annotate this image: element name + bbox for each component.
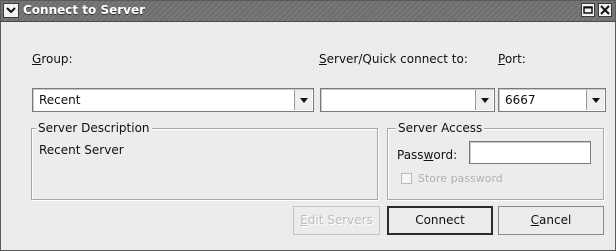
port-combo-arrow[interactable] bbox=[586, 90, 604, 110]
password-label-mnemonic: w bbox=[423, 148, 434, 162]
minimize-icon bbox=[583, 6, 593, 14]
server-label-mnemonic: S bbox=[319, 52, 327, 66]
edit-servers-text: dit Servers bbox=[307, 213, 373, 227]
server-access-frame: Server Access bbox=[387, 121, 604, 200]
close-button[interactable] bbox=[598, 3, 612, 17]
cancel-button[interactable]: Cancel bbox=[498, 206, 604, 235]
password-label-post: ord: bbox=[433, 148, 458, 162]
dropdown-arrow-icon bbox=[300, 98, 308, 103]
server-label: Server/Quick connect to: bbox=[319, 52, 468, 66]
cancel-mnemonic: C bbox=[530, 213, 540, 227]
server-description-title: Server Description bbox=[36, 121, 152, 135]
connect-button[interactable]: Connect bbox=[387, 206, 493, 235]
group-label: Group: bbox=[32, 52, 73, 66]
group-label-text: roup: bbox=[41, 52, 73, 66]
server-label-text: erver/Quick connect to: bbox=[326, 52, 468, 66]
server-combo-arrow[interactable] bbox=[475, 90, 493, 110]
port-combo[interactable]: 6667 bbox=[498, 88, 606, 112]
server-combo[interactable] bbox=[320, 88, 495, 112]
edit-servers-mnemonic: E bbox=[300, 213, 308, 227]
port-combo-value[interactable]: 6667 bbox=[505, 93, 536, 107]
server-description-frame: Server Description bbox=[31, 121, 378, 200]
connect-to-server-dialog: Connect to Server Group: Server/Quick co… bbox=[0, 0, 616, 251]
password-field[interactable] bbox=[469, 141, 591, 164]
group-combo-value: Recent bbox=[39, 93, 81, 107]
chevron-down-icon bbox=[6, 7, 16, 14]
dropdown-arrow-icon bbox=[592, 98, 600, 103]
server-access-title: Server Access bbox=[396, 121, 485, 135]
edit-servers-button[interactable]: Edit Servers bbox=[293, 206, 380, 235]
minimize-button[interactable] bbox=[581, 3, 595, 17]
group-combo[interactable]: Recent bbox=[32, 88, 314, 112]
cancel-text: ancel bbox=[539, 213, 572, 227]
group-label-mnemonic: G bbox=[32, 52, 42, 66]
group-combo-arrow[interactable] bbox=[294, 90, 312, 110]
port-label: Port: bbox=[498, 52, 526, 66]
window-menu-button[interactable] bbox=[3, 3, 19, 18]
server-description-text: Recent Server bbox=[39, 143, 124, 157]
password-label-pre: Pass bbox=[397, 148, 424, 162]
store-password-checkbox[interactable] bbox=[401, 173, 412, 184]
close-icon bbox=[600, 5, 610, 15]
password-label: Password: bbox=[397, 148, 457, 162]
store-password-label[interactable]: Store password bbox=[418, 172, 503, 185]
port-label-text: ort: bbox=[504, 52, 526, 66]
dropdown-arrow-icon bbox=[481, 98, 489, 103]
window-title: Connect to Server bbox=[23, 3, 146, 17]
title-bar[interactable]: Connect to Server bbox=[1, 1, 615, 22]
port-label-mnemonic: P bbox=[498, 52, 505, 66]
